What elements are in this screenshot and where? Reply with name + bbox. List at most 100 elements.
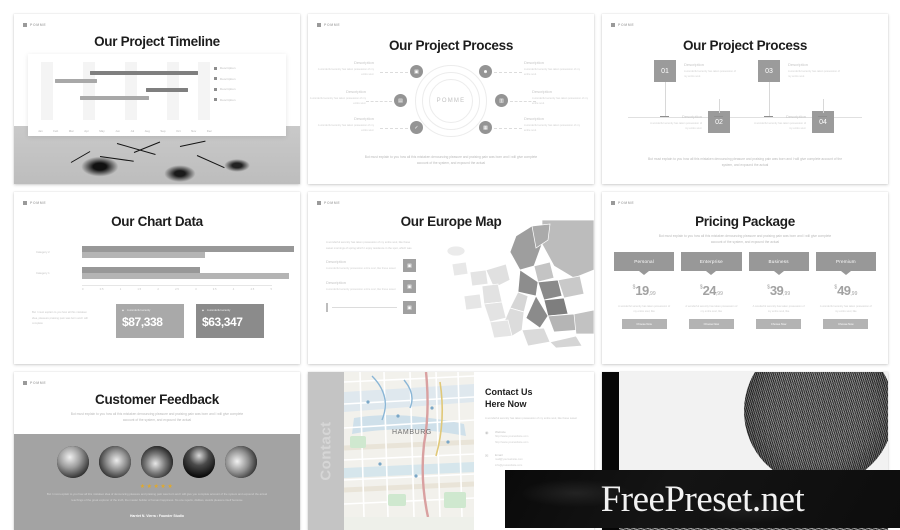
plan-price: $24,99 (681, 282, 741, 300)
slide-project-process-circular[interactable]: POMME Our Project Process POMME ▣ ▤ ✓ ☻ … (308, 14, 594, 184)
pricing-plan-premium[interactable]: Premium $49,99 A wonderful serenity has … (815, 252, 876, 330)
square-icon (611, 23, 615, 27)
gantt-bar (145, 87, 188, 92)
plan-cta-button[interactable]: Choose Now (688, 319, 734, 330)
stat-caption: A wonderful serenity (127, 309, 151, 312)
testimonial-quote: But I must explain to you how all this m… (46, 492, 268, 502)
month-label: Feb (53, 129, 59, 133)
slide-project-process-numbered[interactable]: POMME Our Project Process 01 Description… (602, 14, 888, 184)
chevron-down-icon (639, 271, 650, 275)
step-number: 03 (765, 67, 773, 75)
plan-cta-button[interactable]: Choose Now (621, 319, 667, 330)
slide-pricing-package[interactable]: POMME Pricing Package But must explain t… (602, 192, 888, 364)
slide-chart-data[interactable]: POMME Our Chart Data Category 2 Category… (14, 192, 300, 364)
contact-line[interactable]: info@yourwebsite.com (495, 463, 523, 469)
map-footer-row: ▣ (326, 301, 416, 315)
price-amount: 39 (769, 283, 784, 298)
month-label: Jan (38, 129, 43, 133)
legend-item: Description (214, 66, 278, 70)
avatar[interactable] (141, 446, 173, 478)
avatar[interactable] (99, 446, 131, 478)
gantt-bar (55, 79, 98, 84)
x-tick: 0.5 (99, 288, 104, 291)
europe-map-graphic[interactable] (424, 218, 594, 350)
contact-vertical-label: Contact (317, 421, 335, 481)
stat-card[interactable]: ◆ A wonderful serenity $87,338 (116, 304, 184, 338)
chart-legend: Description Description Description Desc… (214, 66, 278, 108)
map-item: Description A wonderful serenity possess… (326, 280, 416, 294)
avatar[interactable] (183, 446, 215, 478)
square-icon (23, 23, 27, 27)
brand-logo-text: POMME (30, 23, 47, 27)
slide-europe-map[interactable]: POMME Our Europe Map A wonderful serenit… (308, 192, 594, 364)
watermark: FreePreset.net (505, 470, 900, 528)
person-icon[interactable]: ☻ (479, 65, 492, 78)
plan-name: Premium (815, 252, 876, 271)
x-tick: 2.5 (175, 288, 179, 291)
contact-title-line1: Contact Us (485, 387, 533, 397)
month-label: Aug (144, 129, 150, 133)
page-subtitle: But must explain to you how all this mis… (658, 234, 832, 245)
slide-project-timeline[interactable]: POMME Our Project Timeline But must expl… (14, 14, 300, 184)
price-cents: ,99 (783, 291, 791, 297)
pricing-plan-personal[interactable]: Personal $19,99 A wonderful serenity has… (614, 252, 675, 330)
step-number-box[interactable]: 01 (654, 60, 676, 82)
legend-label: Description (220, 97, 236, 102)
gantt-bar (90, 71, 199, 76)
x-tick: 1 (119, 288, 122, 291)
brand-logo-text: POMME (30, 381, 47, 385)
contact-title: Contact Us Here Now (485, 386, 584, 410)
stat-value: $63,347 (202, 315, 243, 329)
process-item-heading: Description (353, 60, 374, 65)
process-item-text: A wonderful serenity has taken possessio… (524, 124, 581, 133)
process-item-heading: Description (524, 60, 545, 65)
x-tick: 5 (270, 288, 272, 291)
chart-icon[interactable]: ▤ (394, 94, 407, 107)
page-title: Our Project Timeline (94, 34, 220, 49)
image-icon[interactable]: ▣ (403, 280, 416, 294)
process-item: Description A wonderful serenity has tak… (316, 116, 374, 133)
page-title: Our Project Process (388, 38, 514, 53)
step-item: Description A wonderful serenity has tak… (650, 114, 702, 131)
x-tick: 4.5 (250, 288, 255, 291)
step-number-box[interactable]: 04 (812, 111, 834, 133)
legend-swatch-icon (214, 66, 217, 70)
pricing-plan-business[interactable]: Business $39,99 A wonderful serenity has… (748, 252, 809, 330)
horizontal-bar-chart: Category 2 Category 1 0 0.5 1 1.5 2 2.5 … (36, 244, 294, 296)
hamburg-map[interactable]: HAMBURG (344, 372, 474, 530)
image-icon[interactable]: ▣ (403, 259, 416, 273)
contact-line[interactable]: http://www.yourwebsite.com (495, 440, 528, 446)
plan-description: A wonderful serenity has taken possessio… (685, 305, 738, 314)
page-title: Our Chart Data (111, 214, 203, 229)
avatar[interactable] (225, 446, 257, 478)
legend-label: Description (220, 66, 236, 70)
price-cents: ,99 (850, 291, 858, 297)
contact-title-line2: Here Now (485, 399, 527, 410)
page-title: Pricing Package (695, 214, 795, 229)
briefcase-icon[interactable]: ▥ (495, 94, 508, 107)
brand-logo-text: POMME (618, 23, 635, 27)
plan-name: Personal (614, 252, 675, 271)
step-number: 04 (819, 118, 827, 126)
image-icon[interactable]: ▣ (403, 301, 416, 315)
pricing-plan-enterprise[interactable]: Enterprise $24,99 A wonderful serenity h… (681, 252, 742, 330)
check-icon[interactable]: ✓ (410, 121, 423, 134)
step-number-box[interactable]: 03 (758, 60, 780, 82)
step-number-box[interactable]: 02 (708, 111, 730, 133)
testimonial-author: Harriet N. Vierra • Founder Studio (130, 514, 184, 518)
avatar[interactable] (57, 446, 89, 478)
stat-card[interactable]: ◆ A wonderful serenity $63,347 (196, 304, 264, 338)
step-item: Description A wonderful serenity has tak… (684, 62, 736, 79)
plan-cta-button[interactable]: Choose Now (823, 319, 869, 330)
slide-customer-feedback[interactable]: POMME Customer Feedback But must explain… (14, 372, 300, 530)
watermark-text: FreePreset.net (600, 478, 805, 520)
plan-cta-button[interactable]: Choose Now (756, 319, 802, 330)
contact-line[interactable]: http://www.yourwebsite.com (495, 434, 528, 440)
month-label: Oct (176, 129, 181, 133)
bag-icon[interactable]: ▣ (410, 65, 423, 78)
month-label: Dec (206, 129, 212, 133)
timeline-chart-card: Jan Feb Mar Apr May Jun Jul Aug Sep Oct … (28, 54, 286, 136)
lock-icon[interactable]: ▦ (479, 121, 492, 134)
legend-item: Description (214, 77, 278, 81)
process-item-heading: Description (353, 116, 374, 121)
